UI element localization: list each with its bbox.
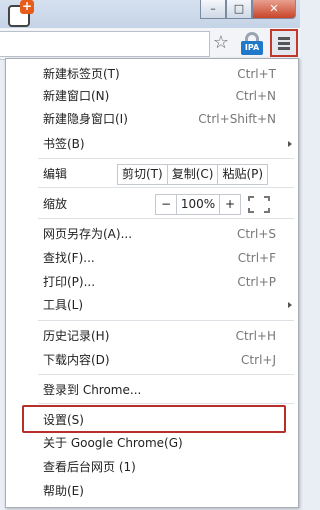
menu-item-about[interactable]: 关于 Google Chrome(G) — [6, 432, 298, 454]
menu-item-shortcut: Ctrl+J — [241, 353, 276, 367]
menu-item-help[interactable]: 帮助(E) — [6, 480, 298, 502]
menu-item-label: 打印(P)... — [43, 275, 96, 289]
menu-item-label: 查找(F)... — [43, 251, 95, 265]
menu-item-print[interactable]: 打印(P)... Ctrl+P — [6, 271, 298, 293]
menu-item-save-as[interactable]: 网页另存为(A)... Ctrl+S — [6, 223, 298, 245]
cut-button[interactable]: 剪切(T) — [117, 164, 168, 185]
edit-buttons: 剪切(T) 复制(C) 粘贴(P) — [117, 164, 269, 185]
zoom-in-button[interactable]: + — [219, 194, 241, 215]
maximize-button[interactable]: □ — [226, 0, 252, 19]
menu-separator — [38, 374, 294, 375]
plus-icon: + — [20, 0, 34, 14]
paste-button[interactable]: 粘贴(P) — [217, 164, 269, 185]
minimize-button[interactable]: – — [200, 0, 226, 19]
zoom-controls: − 100% + — [155, 194, 241, 215]
ipa-extension-icon[interactable]: IPA — [241, 32, 263, 56]
star-icon[interactable]: ☆ — [211, 33, 231, 53]
menu-item-shortcut: Ctrl+T — [237, 67, 276, 81]
menu-item-new-tab[interactable]: 新建标签页(T) Ctrl+T — [6, 63, 298, 85]
title-bar: + – □ ✕ — [0, 0, 300, 28]
menu-item-zoom: 缩放 − 100% + — [6, 193, 298, 215]
menu-item-label: 新建窗口(N) — [43, 89, 110, 103]
copy-button[interactable]: 复制(C) — [166, 164, 219, 185]
menu-separator — [38, 403, 294, 404]
menu-item-label: 网页另存为(A)... — [43, 227, 133, 241]
toolbar: ☆ IPA — [0, 28, 300, 60]
menu-item-new-incognito[interactable]: 新建隐身窗口(I) Ctrl+Shift+N — [6, 108, 298, 130]
zoom-out-button[interactable]: − — [155, 194, 177, 215]
menu-separator — [38, 187, 294, 188]
chrome-menu-button[interactable] — [270, 29, 298, 57]
zoom-level: 100% — [176, 194, 220, 215]
menu-separator — [38, 158, 294, 159]
menu-item-label: 工具(L) — [43, 298, 84, 312]
app-icon: + — [8, 0, 34, 27]
menu-item-find[interactable]: 查找(F)... Ctrl+F — [6, 247, 298, 269]
menu-item-new-window[interactable]: 新建窗口(N) Ctrl+N — [6, 85, 298, 107]
menu-item-shortcut: Ctrl+P — [237, 275, 276, 289]
menu-item-bookmarks[interactable]: 书签(B) — [6, 133, 298, 155]
menu-item-tools[interactable]: 工具(L) — [6, 294, 298, 316]
menu-item-label: 关于 Google Chrome(G) — [43, 436, 183, 450]
menu-item-label: 帮助(E) — [43, 484, 84, 498]
menu-item-shortcut: Ctrl+N — [235, 89, 276, 103]
menu-item-label: 登录到 Chrome... — [43, 383, 142, 397]
menu-separator — [38, 320, 294, 321]
chrome-menu: 新建标签页(T) Ctrl+T 新建窗口(N) Ctrl+N 新建隐身窗口(I)… — [5, 58, 299, 508]
hamburger-icon-bar — [278, 47, 290, 50]
menu-item-downloads[interactable]: 下载内容(D) Ctrl+J — [6, 349, 298, 371]
menu-item-shortcut: Ctrl+H — [235, 329, 276, 343]
menu-separator — [38, 218, 294, 219]
menu-item-label: 历史记录(H) — [43, 329, 110, 343]
menu-item-label: 新建标签页(T) — [43, 67, 120, 81]
hamburger-icon — [278, 37, 290, 40]
menu-item-history[interactable]: 历史记录(H) Ctrl+H — [6, 325, 298, 347]
menu-item-shortcut: Ctrl+S — [236, 227, 276, 241]
menu-item-shortcut: Ctrl+Shift+N — [198, 112, 276, 126]
fullscreen-icon[interactable] — [248, 196, 270, 213]
menu-item-background-pages[interactable]: 查看后台网页 (1) — [6, 456, 298, 478]
menu-item-label: 下载内容(D) — [43, 353, 110, 367]
close-button[interactable]: ✕ — [252, 0, 296, 19]
menu-item-label: 编辑 — [43, 167, 68, 181]
menu-item-sign-in[interactable]: 登录到 Chrome... — [6, 379, 298, 401]
menu-item-shortcut: Ctrl+F — [237, 251, 276, 265]
address-bar[interactable] — [0, 31, 210, 57]
window-controls: – □ ✕ — [200, 0, 296, 19]
settings-highlight-box — [22, 405, 286, 433]
menu-item-label: 缩放 — [43, 197, 68, 211]
menu-item-label: 新建隐身窗口(I) — [43, 112, 128, 126]
menu-item-label: 查看后台网页 (1) — [43, 460, 136, 474]
submenu-arrow-icon — [288, 302, 292, 308]
menu-item-edit: 编辑 剪切(T) 复制(C) 粘贴(P) — [6, 163, 298, 185]
hamburger-icon-bar — [278, 42, 290, 45]
submenu-arrow-icon — [288, 141, 292, 147]
menu-item-label: 书签(B) — [43, 137, 85, 151]
ipa-badge: IPA — [241, 41, 263, 55]
